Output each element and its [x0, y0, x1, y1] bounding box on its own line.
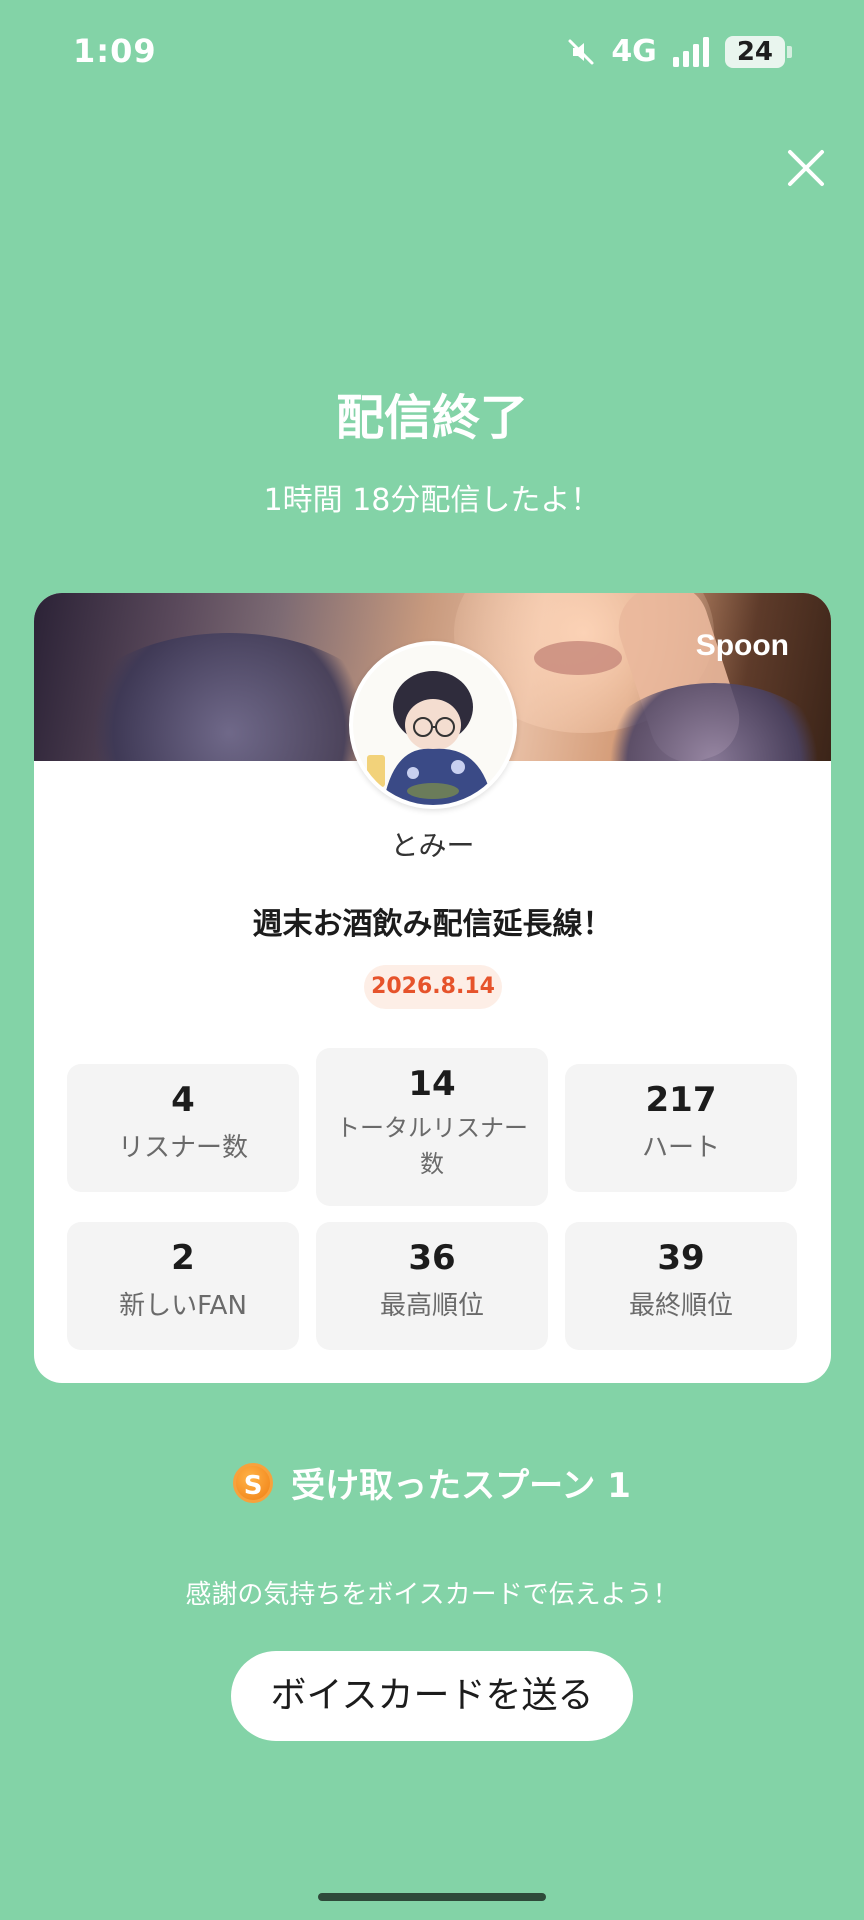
duration-text: 1時間 18分配信したよ！ [263, 483, 601, 518]
brand-logo: Spoon [695, 629, 789, 662]
mute-icon [568, 39, 594, 64]
stat-value: 4 [171, 1080, 195, 1120]
battery-icon: 24 [724, 35, 792, 68]
stat-value: 39 [657, 1238, 705, 1278]
avatar[interactable] [349, 641, 517, 809]
spoon-received-row: S 受け取ったスプーン 1 [0, 1458, 864, 1507]
status-bar: 1:09 4G 24 [0, 0, 864, 106]
stat-value: 36 [408, 1238, 456, 1278]
stat-label: 新しいFAN [119, 1291, 247, 1321]
battery-cap [787, 45, 792, 58]
stat-final-rank: 39 最終順位 [565, 1222, 797, 1350]
stat-label: 最高順位 [379, 1291, 484, 1321]
stat-label: 最終順位 [628, 1291, 733, 1321]
stream-title: 週末お酒飲み配信延長線！ [252, 907, 613, 942]
page-title: 配信終了 [335, 390, 528, 446]
stat-label: トータルリスナー数 [336, 1114, 528, 1178]
stat-total-listeners: 14 トータルリスナー数 [316, 1048, 548, 1206]
stat-label: リスナー数 [117, 1133, 248, 1163]
battery-level: 24 [724, 35, 785, 68]
stat-hearts: 217 ハート [565, 1064, 797, 1192]
signal-icon [672, 36, 709, 67]
spoon-received-label: 受け取ったスプーン 1 [291, 1466, 631, 1506]
network-label: 4G [611, 34, 657, 69]
stat-value: 2 [171, 1238, 195, 1278]
stat-highest-rank: 36 最高順位 [316, 1222, 548, 1350]
status-time: 1:09 [73, 32, 157, 70]
spoon-coin-icon: S [233, 1462, 274, 1503]
stat-value: 14 [408, 1064, 456, 1104]
status-icons: 4G 24 [565, 34, 792, 69]
home-indicator[interactable] [318, 1893, 546, 1901]
banner-decoration [534, 641, 622, 675]
close-icon[interactable] [782, 144, 830, 192]
stat-new-fans: 2 新しいFAN [67, 1222, 299, 1350]
host-name: とみー [390, 829, 475, 862]
avatar-illustration [353, 645, 513, 805]
date-badge: 2026.8.14 [364, 965, 502, 1009]
stat-label: ハート [641, 1133, 720, 1163]
summary-card: Spoon とみー 週末お酒飲み配信延長線！ 2026.8.14 4 リスナー数… [34, 593, 831, 1383]
send-voice-card-button[interactable]: ボイスカードを送る [231, 1651, 633, 1741]
stat-value: 217 [645, 1080, 717, 1120]
stat-listeners: 4 リスナー数 [67, 1064, 299, 1192]
thanks-text: 感謝の気持ちをボイスカードで伝えよう！ [185, 1580, 679, 1610]
banner-decoration [64, 633, 394, 761]
